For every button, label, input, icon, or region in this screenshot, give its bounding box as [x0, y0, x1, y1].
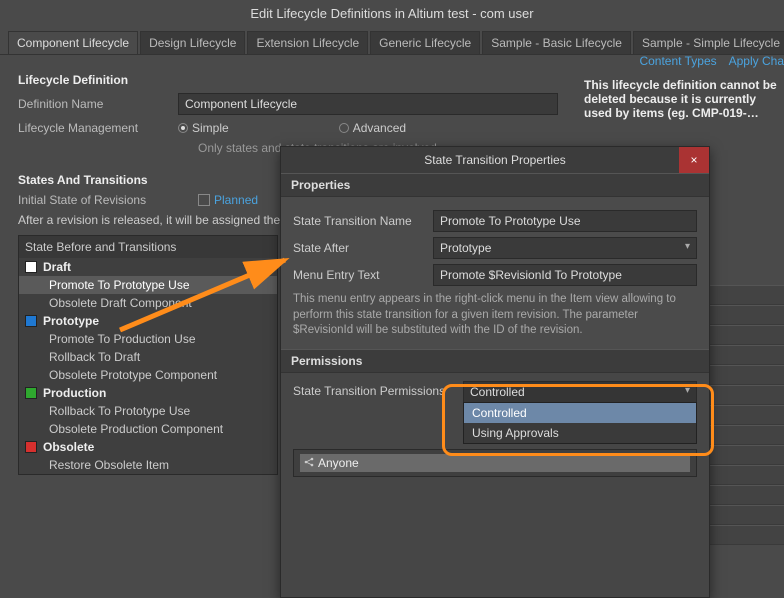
perm-select-wrapper: Controlled Controlled Using Approvals: [463, 381, 697, 403]
radio-advanced-icon: [339, 123, 349, 133]
state-production[interactable]: Production: [19, 384, 277, 402]
perm-option-approvals[interactable]: Using Approvals: [464, 423, 696, 443]
transition-name-input[interactable]: Promote To Prototype Use: [433, 210, 697, 232]
radio-simple[interactable]: Simple: [178, 121, 229, 135]
radio-advanced-label: Advanced: [353, 121, 406, 135]
menu-entry-input[interactable]: Promote $RevisionId To Prototype: [433, 264, 697, 286]
tabs: Component Lifecycle Design Lifecycle Ext…: [0, 27, 784, 55]
tab-extension-lifecycle[interactable]: Extension Lifecycle: [247, 31, 368, 54]
transition-promote-prototype[interactable]: Promote To Prototype Use: [19, 276, 277, 294]
state-prototype[interactable]: Prototype: [19, 312, 277, 330]
perm-label: State Transition Permissions: [293, 381, 463, 398]
state-obsolete[interactable]: Obsolete: [19, 438, 277, 456]
section-properties: Properties: [281, 173, 709, 197]
initial-state-label: Initial State of Revisions: [18, 193, 198, 207]
state-obsolete-label: Obsolete: [43, 440, 94, 454]
checkbox-icon: [198, 194, 210, 206]
section-permissions: Permissions: [281, 349, 709, 373]
tab-design-lifecycle[interactable]: Design Lifecycle: [140, 31, 245, 54]
states-panel-header: State Before and Transitions: [19, 236, 277, 258]
perm-select[interactable]: Controlled: [463, 381, 697, 403]
planned-checkbox[interactable]: Planned: [198, 193, 258, 207]
state-draft[interactable]: Draft: [19, 258, 277, 276]
tab-component-lifecycle[interactable]: Component Lifecycle: [8, 31, 138, 54]
state-transition-dialog: State Transition Properties × Properties…: [280, 146, 710, 598]
transition-promote-production[interactable]: Promote To Production Use: [19, 330, 277, 348]
radio-advanced[interactable]: Advanced: [339, 121, 406, 135]
section-lifecycle-definition: Lifecycle Definition: [18, 73, 766, 87]
tab-generic-lifecycle[interactable]: Generic Lifecycle: [370, 31, 480, 54]
state-after-label: State After: [293, 241, 433, 255]
perm-list: Anyone: [293, 449, 697, 477]
window-title: Edit Lifecycle Definitions in Altium tes…: [0, 0, 784, 27]
close-button[interactable]: ×: [679, 147, 709, 173]
perm-entry-anyone[interactable]: Anyone: [300, 454, 690, 472]
transition-restore-obsolete[interactable]: Restore Obsolete Item: [19, 456, 277, 474]
radio-simple-icon: [178, 123, 188, 133]
close-icon: ×: [690, 153, 697, 167]
production-swatch-icon: [25, 387, 37, 399]
states-panel: State Before and Transitions Draft Promo…: [18, 235, 278, 475]
menu-entry-label: Menu Entry Text: [293, 268, 433, 282]
dialog-titlebar[interactable]: State Transition Properties ×: [281, 147, 709, 173]
transition-obsolete-production[interactable]: Obsolete Production Component: [19, 420, 277, 438]
state-prototype-label: Prototype: [43, 314, 99, 328]
transition-obsolete-draft[interactable]: Obsolete Draft Component: [19, 294, 277, 312]
transition-rollback-draft[interactable]: Rollback To Draft: [19, 348, 277, 366]
state-production-label: Production: [43, 386, 106, 400]
perm-dropdown: Controlled Using Approvals: [463, 402, 697, 444]
draft-swatch-icon: [25, 261, 37, 273]
perm-entry-label: Anyone: [318, 456, 359, 470]
lifecycle-mgmt-label: Lifecycle Management: [18, 121, 178, 135]
share-icon: [304, 456, 314, 470]
definition-name-input[interactable]: Component Lifecycle: [178, 93, 558, 115]
planned-label: Planned: [214, 193, 258, 207]
transition-rollback-prototype[interactable]: Rollback To Prototype Use: [19, 402, 277, 420]
state-draft-label: Draft: [43, 260, 71, 274]
transition-obsolete-prototype[interactable]: Obsolete Prototype Component: [19, 366, 277, 384]
perm-option-controlled[interactable]: Controlled: [464, 403, 696, 423]
radio-simple-label: Simple: [192, 121, 229, 135]
dialog-title: State Transition Properties: [424, 153, 565, 167]
transition-name-label: State Transition Name: [293, 214, 433, 228]
tab-sample-basic[interactable]: Sample - Basic Lifecycle: [482, 31, 631, 54]
tab-sample-simple[interactable]: Sample - Simple Lifecycle: [633, 31, 784, 54]
state-after-select[interactable]: Prototype: [433, 237, 697, 259]
obsolete-swatch-icon: [25, 441, 37, 453]
menu-entry-desc: This menu entry appears in the right-cli…: [293, 292, 697, 339]
definition-name-label: Definition Name: [18, 97, 178, 111]
prototype-swatch-icon: [25, 315, 37, 327]
